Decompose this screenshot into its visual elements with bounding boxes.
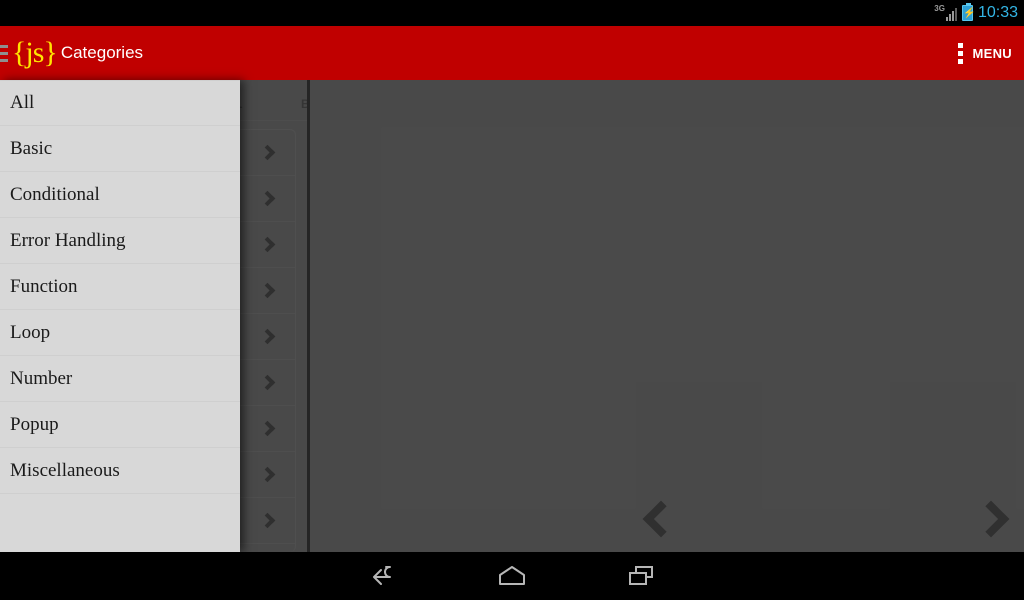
drawer-item-label: Conditional: [10, 183, 100, 205]
drawer-item-label: Loop: [10, 321, 51, 343]
brand-text: js: [25, 36, 44, 69]
home-icon[interactable]: [467, 552, 557, 600]
system-navigation-bar: [0, 552, 1024, 600]
drawer-item-popup[interactable]: Popup: [0, 402, 240, 448]
drawer-item-function[interactable]: Function: [0, 264, 240, 310]
network-type-label: 3G: [934, 4, 945, 13]
drawer-item-basic[interactable]: Basic: [0, 126, 240, 172]
chevron-right-icon: [259, 328, 276, 345]
drawer-item-label: Miscellaneous: [10, 459, 120, 481]
app-bar-actions: MENU: [957, 42, 1024, 64]
drawer-item-all[interactable]: All: [0, 80, 240, 126]
chevron-right-icon: [259, 144, 276, 161]
chevron-right-icon: [259, 512, 276, 529]
drawer-item-conditional[interactable]: Conditional: [0, 172, 240, 218]
chevron-right-icon[interactable]: [972, 500, 1010, 538]
drawer-item-number[interactable]: Number: [0, 356, 240, 402]
device-screen: 3G ⚡ 10:33 {js} Categories MENU AL B: [0, 0, 1024, 600]
overflow-menu-icon[interactable]: [957, 42, 963, 64]
drawer-item-label: All: [10, 92, 35, 113]
page-navigation: [310, 476, 1024, 546]
chevron-right-icon: [259, 420, 276, 437]
chevron-right-icon: [259, 190, 276, 207]
signal-bars-icon: 3G: [934, 5, 957, 21]
hamburger-menu-icon[interactable]: [0, 44, 8, 62]
drawer-item-label: Error Handling: [10, 229, 126, 251]
chevron-left-icon[interactable]: [642, 500, 680, 538]
recent-apps-icon[interactable]: [596, 552, 686, 600]
battery-charging-icon: ⚡: [961, 3, 975, 21]
status-bar: 3G ⚡ 10:33: [0, 0, 1024, 26]
chevron-right-icon: [259, 466, 276, 483]
chevron-right-icon: [259, 236, 276, 253]
detail-pane: [310, 80, 1024, 552]
drawer-item-loop[interactable]: Loop: [0, 310, 240, 356]
drawer-item-label: Function: [10, 275, 78, 297]
drawer-item-label: Basic: [10, 137, 53, 159]
status-clock: 10:33: [977, 4, 1018, 21]
drawer-item-label: Number: [10, 367, 73, 389]
page-title: Categories: [60, 43, 144, 62]
brand-close-brace: }: [43, 36, 57, 69]
back-arrow-icon[interactable]: [340, 552, 430, 600]
menu-button[interactable]: MENU: [973, 46, 1012, 61]
app-logo: {js}: [12, 36, 58, 70]
chevron-right-icon: [259, 374, 276, 391]
drawer-item-miscellaneous[interactable]: Miscellaneous: [0, 448, 240, 494]
drawer-item-label: Popup: [10, 413, 59, 435]
drawer-item-error-handling[interactable]: Error Handling: [0, 218, 240, 264]
navigation-drawer: All Basic Conditional Error Handling Fun…: [0, 80, 240, 552]
app-bar: {js} Categories MENU: [0, 26, 1024, 80]
chevron-right-icon: [259, 282, 276, 299]
brand-open-brace: {: [12, 36, 26, 69]
